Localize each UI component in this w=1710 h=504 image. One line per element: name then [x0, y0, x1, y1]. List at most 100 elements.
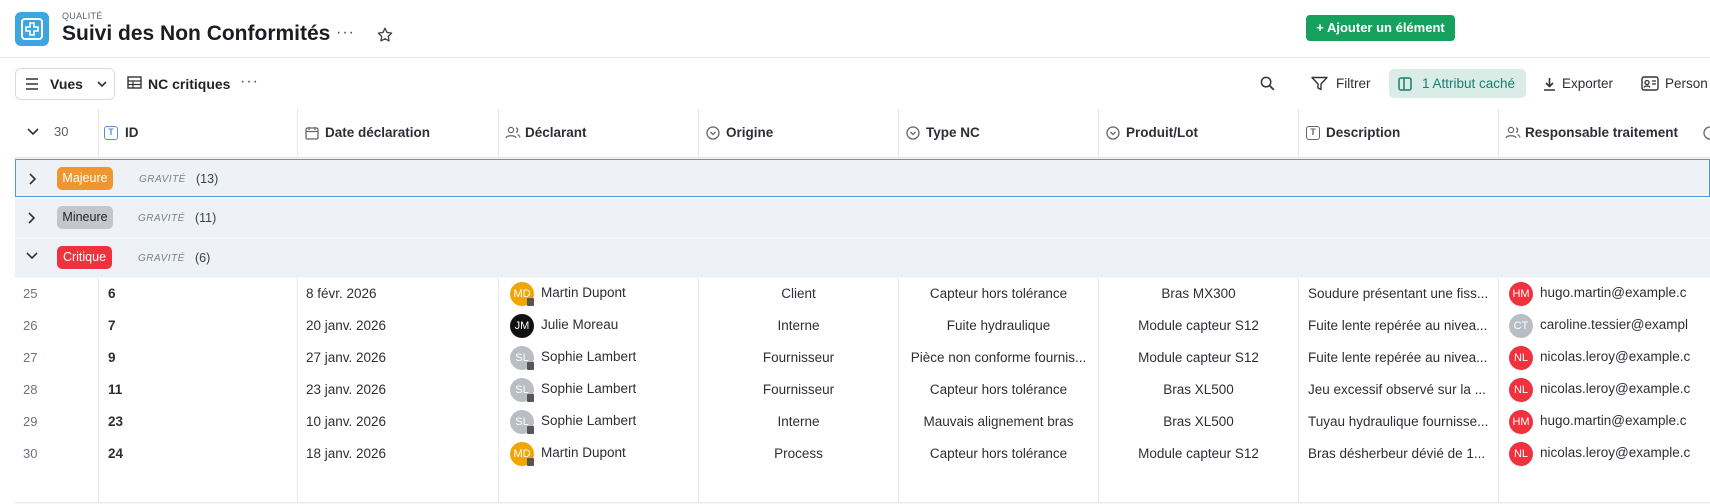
cell-responsable[interactable]: hugo.martin@example.c — [1540, 277, 1710, 309]
view-more-button[interactable]: ··· — [240, 73, 259, 91]
cell-id[interactable]: 24 — [108, 438, 123, 470]
column-divider — [297, 109, 298, 157]
cell-responsable[interactable]: nicolas.leroy@example.c — [1540, 373, 1710, 405]
select-icon — [1106, 126, 1120, 140]
cell-declarant[interactable]: Sophie Lambert — [541, 341, 636, 373]
lock-icon — [527, 458, 534, 466]
severity-badge: Mineure — [57, 206, 113, 229]
current-view-name[interactable]: NC critiques — [148, 76, 230, 92]
column-header-origine[interactable]: Origine — [726, 109, 773, 157]
cell-description[interactable]: Jeu excessif observé sur la ... — [1308, 374, 1498, 406]
cell-origine[interactable]: Client — [699, 278, 898, 310]
cell-produit[interactable]: Module capteur S12 — [1099, 342, 1298, 374]
avatar-initials: HM — [1512, 416, 1530, 428]
columns-icon — [1398, 77, 1412, 91]
lock-icon — [527, 298, 534, 306]
column-gridline — [1098, 278, 1099, 502]
cell-origine[interactable]: Interne — [699, 310, 898, 342]
cell-declarant[interactable]: Sophie Lambert — [541, 373, 636, 405]
hidden-attributes-button[interactable]: 1 Attribut caché — [1389, 69, 1526, 98]
breadcrumb[interactable]: QUALITÉ — [62, 11, 103, 21]
empty-row[interactable] — [15, 470, 1710, 503]
column-header-description[interactable]: Description — [1326, 109, 1400, 157]
chevron-right-icon[interactable] — [27, 211, 37, 225]
cell-produit[interactable]: Bras MX300 — [1099, 278, 1298, 310]
title-more-button[interactable]: ··· — [336, 24, 355, 42]
cell-produit[interactable]: Module capteur S12 — [1099, 310, 1298, 342]
group-row-mineure[interactable]: Mineure GRAVITÉ (11) — [15, 199, 1710, 237]
add-item-button[interactable]: + Ajouter un élément — [1306, 15, 1455, 41]
cell-id[interactable]: 23 — [108, 406, 123, 438]
cell-date[interactable]: 20 janv. 2026 — [306, 310, 386, 342]
cell-description[interactable]: Fuite lente repérée au nivea... — [1308, 342, 1498, 374]
views-button[interactable]: Vues — [15, 68, 115, 100]
search-icon[interactable] — [1260, 76, 1275, 91]
cell-id[interactable]: 9 — [108, 342, 116, 374]
table-row[interactable]: 29 23 10 janv. 2026 SL Sophie Lambert Interne… — [15, 406, 1710, 439]
group-row-majeure[interactable]: Majeure GRAVITÉ (13) — [15, 159, 1710, 197]
cell-description[interactable]: Soudure présentant une fiss... — [1308, 278, 1498, 310]
cell-type-nc[interactable]: Capteur hors tolérance — [899, 374, 1098, 406]
cell-produit[interactable]: Module capteur S12 — [1099, 438, 1298, 470]
person-button[interactable]: Person — [1665, 76, 1708, 91]
cell-type-nc[interactable]: Fuite hydraulique — [899, 310, 1098, 342]
page-title: Suivi des Non Conformités — [62, 22, 331, 45]
collapse-all-icon[interactable] — [26, 127, 40, 137]
cell-id[interactable]: 6 — [108, 278, 116, 310]
cell-declarant[interactable]: Julie Moreau — [541, 309, 618, 341]
cell-declarant[interactable]: Martin Dupont — [541, 437, 626, 469]
severity-badge: Majeure — [57, 167, 113, 190]
star-icon[interactable] — [376, 26, 394, 44]
chevron-down-icon[interactable] — [25, 251, 39, 261]
cell-type-nc[interactable]: Mauvais alignement bras — [899, 406, 1098, 438]
cell-origine[interactable]: Fournisseur — [699, 342, 898, 374]
export-button[interactable]: Exporter — [1562, 76, 1613, 91]
cell-responsable[interactable]: hugo.martin@example.c — [1540, 405, 1710, 437]
cell-responsable[interactable]: caroline.tessier@exampl — [1540, 309, 1710, 341]
cell-date[interactable]: 27 janv. 2026 — [306, 342, 386, 374]
table-row[interactable]: 30 24 18 janv. 2026 MD Martin Dupont Process C… — [15, 438, 1710, 471]
group-row-critique[interactable]: Critique GRAVITÉ (6) — [15, 239, 1710, 277]
table-row[interactable]: 25 6 8 févr. 2026 MD Martin Dupont Client Capt… — [15, 278, 1710, 311]
cell-origine[interactable]: Fournisseur — [699, 374, 898, 406]
cell-date[interactable]: 8 févr. 2026 — [306, 278, 377, 310]
column-divider — [1298, 109, 1299, 157]
cell-origine[interactable]: Process — [699, 438, 898, 470]
cell-declarant[interactable]: Sophie Lambert — [541, 405, 636, 437]
users-icon — [505, 126, 521, 139]
cell-produit[interactable]: Bras XL500 — [1099, 406, 1298, 438]
cell-description[interactable]: Fuite lente repérée au nivea... — [1308, 310, 1498, 342]
cell-date[interactable]: 10 janv. 2026 — [306, 406, 386, 438]
column-header-id[interactable]: ID — [125, 109, 139, 157]
cell-date[interactable]: 23 janv. 2026 — [306, 374, 386, 406]
cell-id[interactable]: 7 — [108, 310, 116, 342]
cell-date[interactable]: 18 janv. 2026 — [306, 438, 386, 470]
column-header-produit[interactable]: Produit/Lot — [1126, 109, 1198, 157]
cell-type-nc[interactable]: Capteur hors tolérance — [899, 278, 1098, 310]
users-icon — [1505, 126, 1521, 139]
cell-origine[interactable]: Interne — [699, 406, 898, 438]
column-header-type-nc[interactable]: Type NC — [926, 109, 980, 157]
cell-declarant[interactable]: Martin Dupont — [541, 277, 626, 309]
row-number: 27 — [23, 350, 38, 365]
column-header-date[interactable]: Date déclaration — [325, 109, 430, 157]
cell-produit[interactable]: Bras XL500 — [1099, 374, 1298, 406]
chevron-right-icon[interactable] — [28, 172, 38, 186]
severity-label: Critique — [62, 250, 107, 264]
app-icon — [15, 12, 49, 46]
table-row[interactable]: 26 7 20 janv. 2026 JM Julie Moreau Interne Fui… — [15, 310, 1710, 343]
column-header-declarant[interactable]: Déclarant — [525, 109, 587, 157]
cell-type-nc[interactable]: Pièce non conforme fournis... — [899, 342, 1098, 374]
cell-responsable[interactable]: nicolas.leroy@example.c — [1540, 341, 1710, 373]
column-divider — [898, 109, 899, 157]
table-row[interactable]: 28 11 23 janv. 2026 SL Sophie Lambert Fournis… — [15, 374, 1710, 407]
cell-type-nc[interactable]: Capteur hors tolérance — [899, 438, 1098, 470]
avatar-initials: NL — [1513, 352, 1529, 364]
table-row[interactable]: 27 9 27 janv. 2026 SL Sophie Lambert Fourniss… — [15, 342, 1710, 375]
cell-responsable[interactable]: nicolas.leroy@example.c — [1540, 437, 1710, 469]
cell-description[interactable]: Bras désherbeur dévié de 1... — [1308, 438, 1498, 470]
filter-button[interactable]: Filtrer — [1336, 76, 1371, 91]
cell-description[interactable]: Tuyau hydraulique fournisse... — [1308, 406, 1498, 438]
column-header-responsable[interactable]: Responsable traitement — [1525, 109, 1678, 157]
cell-id[interactable]: 11 — [108, 374, 122, 406]
